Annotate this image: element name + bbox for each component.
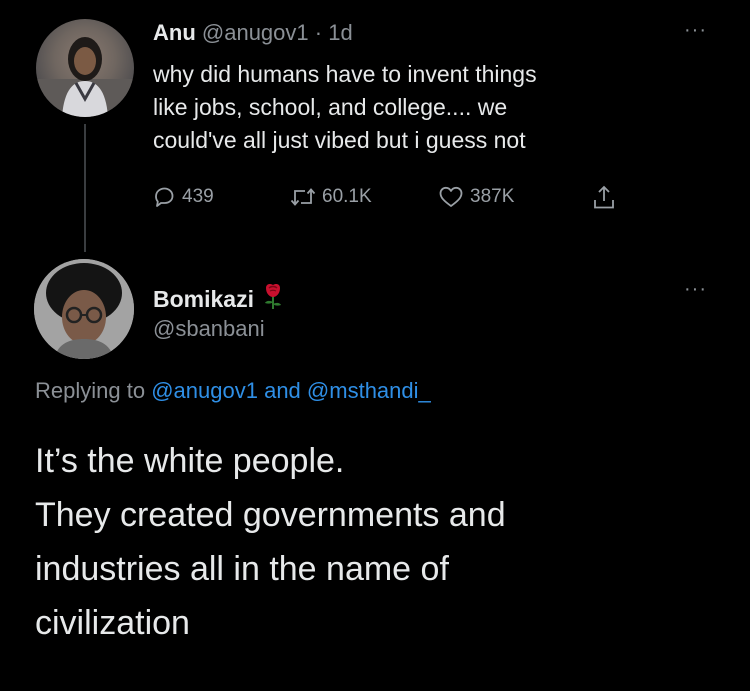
tweet2-author-name[interactable]: Bomikazi: [153, 286, 254, 313]
like-icon: [439, 186, 463, 207]
like-count: 387K: [470, 186, 515, 207]
tweet1-text-line: like jobs, school, and college.... we: [153, 94, 508, 120]
tweet2-author: Bomikazi: [153, 282, 286, 316]
reply-count: 439: [182, 186, 214, 207]
rose-icon: [260, 282, 286, 316]
avatar-bomikazi-image: [34, 259, 134, 359]
replying-to-user2-link[interactable]: @msthandi_: [307, 378, 431, 403]
avatar-anu-image: [36, 37, 134, 117]
replying-to-and: and: [264, 378, 301, 403]
avatar-anu[interactable]: [36, 19, 134, 117]
retweet-icon: [290, 188, 316, 206]
thread-line: [84, 124, 86, 252]
reply-icon: [155, 187, 174, 207]
tweet1-time[interactable]: 1d: [328, 20, 352, 45]
tweet1-text-line: could've all just vibed but i guess not: [153, 127, 526, 153]
tweet2-more-icon[interactable]: ···: [684, 278, 707, 301]
retweet-count: 60.1K: [322, 186, 372, 207]
tweet2-text-line: industries all in the name of: [35, 550, 449, 588]
avatar-bomikazi[interactable]: [34, 259, 134, 359]
tweet1-text-line: why did humans have to invent things: [153, 61, 537, 87]
rose-icon-svg: [264, 284, 281, 309]
tweet2-handle[interactable]: @sbanbani: [153, 316, 265, 342]
retweet-button[interactable]: 60.1K: [290, 185, 372, 209]
tweet1-header: Anu @anugov1 · 1d: [153, 20, 353, 46]
tweet1-separator: ·: [314, 20, 323, 45]
tweet1-author-name[interactable]: Anu: [153, 20, 196, 45]
tweet2-text: It’s the white people. They created gove…: [35, 434, 725, 650]
tweet1-more-icon[interactable]: ···: [684, 19, 707, 42]
share-icon: [594, 185, 614, 209]
tweet2-text-line: It’s the white people.: [35, 442, 345, 480]
tweet1-handle[interactable]: @anugov1: [202, 20, 309, 45]
tweet2-text-line: civilization: [35, 604, 190, 642]
replying-to-user1-link[interactable]: @anugov1: [151, 378, 258, 403]
tweet2-text-line: They created governments and: [35, 496, 506, 534]
tweet1-text: why did humans have to invent things lik…: [153, 58, 693, 157]
like-button[interactable]: 387K: [438, 185, 514, 209]
replying-to-label: Replying to: [35, 378, 146, 403]
share-button[interactable]: [592, 185, 616, 211]
reply-button[interactable]: 439: [152, 185, 214, 209]
replying-to-line: Replying to @anugov1 and @msthandi_: [35, 378, 431, 404]
